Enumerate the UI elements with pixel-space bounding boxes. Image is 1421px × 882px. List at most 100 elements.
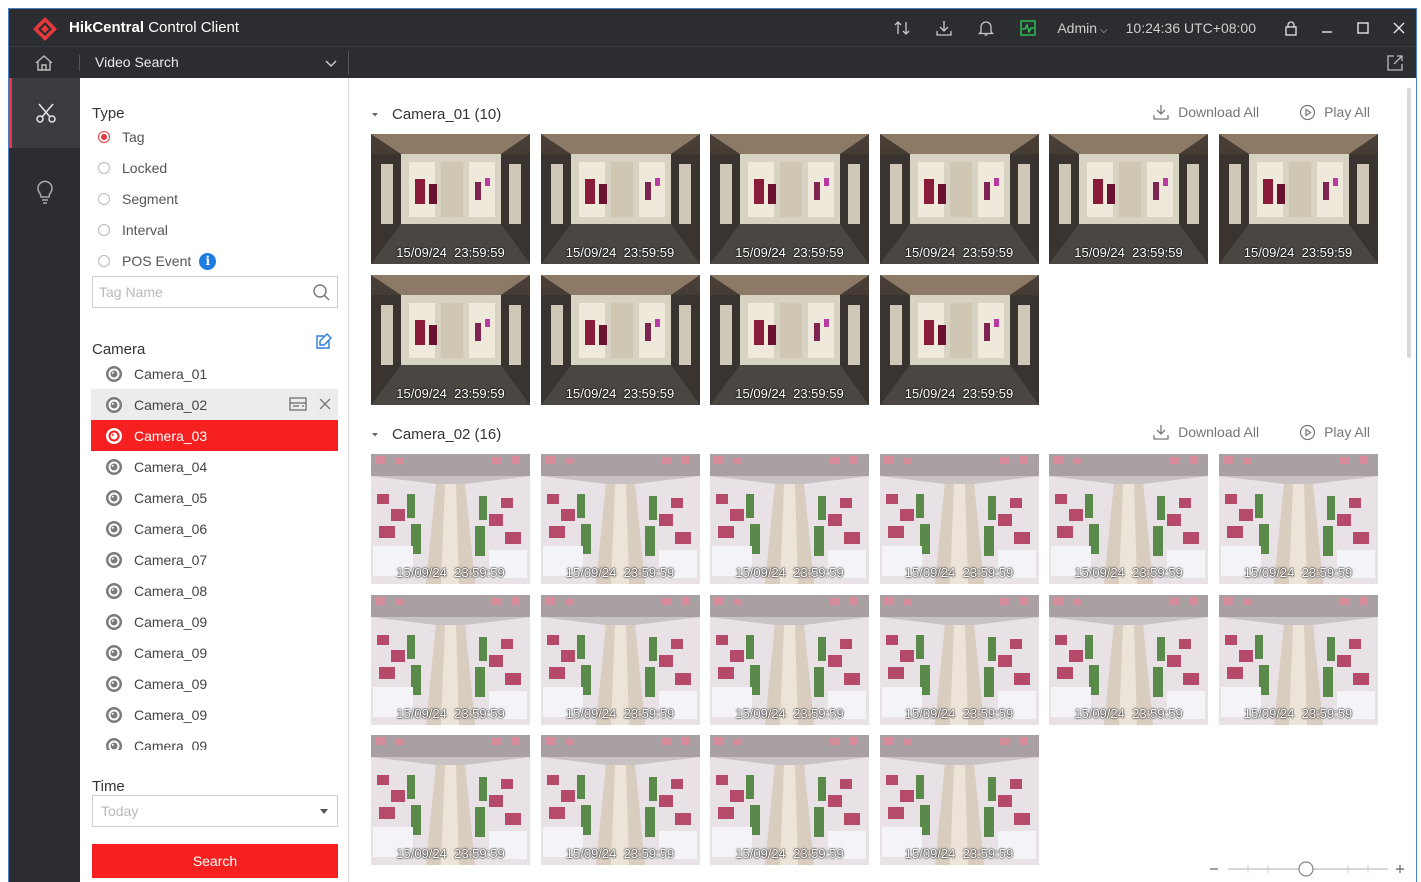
camera-list-item[interactable]: Camera_05 (91, 482, 338, 513)
video-thumbnail[interactable]: 15/09/24 23:59:59 (1049, 134, 1208, 264)
video-thumbnail[interactable]: 15/09/24 23:59:59 (540, 454, 700, 584)
video-thumbnail[interactable]: 15/09/24 23:59:59 (1218, 454, 1378, 584)
scrollbar[interactable] (1407, 88, 1411, 358)
video-thumbnail[interactable]: 15/09/24 23:59:59 (540, 274, 700, 405)
video-thumbnail[interactable]: 15/09/24 23:59:59 (710, 274, 869, 405)
video-thumbnail[interactable]: 15/09/24 23:59:59 (879, 735, 1039, 865)
tag-name-input[interactable] (93, 284, 311, 300)
camera-list-item[interactable]: Camera_09 (91, 730, 338, 750)
video-thumbnail[interactable]: 15/09/24 23:59:59 (879, 454, 1039, 584)
camera-list-item[interactable]: Camera_03 (91, 420, 338, 451)
sort-icon[interactable] (891, 17, 913, 39)
video-thumbnail[interactable]: 15/09/24 23:59:59 (879, 274, 1039, 405)
camera-list-item[interactable]: Camera_09 (91, 637, 338, 668)
camera-icon (106, 520, 122, 537)
video-thumbnail[interactable]: 15/09/24 23:59:59 (371, 594, 530, 725)
lightbulb-icon (36, 180, 53, 204)
camera-icon (106, 458, 122, 475)
popout-icon[interactable] (1386, 54, 1404, 72)
video-thumbnail[interactable]: 15/09/24 23:59:59 (1049, 594, 1208, 725)
thumbnail-timestamp: 15/09/24 23:59:59 (735, 565, 844, 580)
play-all-button[interactable]: Play All (1299, 424, 1370, 441)
lock-icon[interactable] (1280, 17, 1302, 39)
video-thumbnail[interactable]: 15/09/24 23:59:59 (540, 134, 700, 264)
type-option-interval[interactable]: Interval (98, 220, 168, 240)
remove-icon[interactable] (318, 397, 332, 411)
video-thumbnail[interactable]: 15/09/24 23:59:59 (540, 594, 700, 725)
time-select-value: Today (101, 803, 139, 819)
zoom-slider[interactable] (1208, 859, 1408, 879)
radio-button[interactable] (98, 193, 110, 205)
radio-button[interactable] (98, 162, 110, 174)
video-thumbnail[interactable]: 15/09/24 23:59:59 (371, 735, 530, 865)
camera-list-item[interactable]: Camera_06 (91, 513, 338, 544)
video-thumbnail[interactable]: 15/09/24 23:59:59 (371, 134, 530, 264)
video-thumbnail[interactable]: 15/09/24 23:59:59 (710, 134, 869, 264)
result-group-header[interactable]: Camera_01 (10) Download All Play All (370, 103, 1370, 125)
download-all-button[interactable]: Download All (1152, 423, 1259, 441)
tag-name-search[interactable] (92, 276, 338, 308)
close-icon[interactable] (1388, 17, 1410, 39)
search-button[interactable]: Search (92, 844, 338, 878)
health-monitor-icon[interactable] (1017, 17, 1039, 39)
chevron-down-icon[interactable] (323, 55, 339, 71)
radio-button[interactable] (98, 255, 110, 267)
thumbnail-timestamp: 15/09/24 23:59:59 (904, 385, 1014, 401)
camera-list-item[interactable]: Camera_08 (91, 575, 338, 606)
result-group-header[interactable]: Camera_02 (16) Download All Play All (370, 423, 1370, 445)
video-thumbnail[interactable]: 15/09/24 23:59:59 (371, 454, 530, 584)
thumbnail-timestamp: 15/09/24 23:59:59 (735, 385, 844, 401)
play-circle-icon (1299, 104, 1316, 120)
radio-button[interactable] (98, 131, 110, 143)
video-thumbnail[interactable]: 15/09/24 23:59:59 (710, 594, 869, 725)
type-option-tag[interactable]: Tag (98, 127, 145, 147)
camera-list-item[interactable]: Camera_07 (91, 544, 338, 575)
radio-button[interactable] (98, 224, 110, 236)
video-thumbnail[interactable]: 15/09/24 23:59:59 (1049, 454, 1208, 584)
camera-list-item[interactable]: Camera_09 (91, 699, 338, 730)
clip-tool[interactable] (9, 78, 80, 148)
module-title[interactable]: Video Search (95, 54, 179, 70)
video-thumbnail[interactable]: 15/09/24 23:59:59 (710, 454, 869, 584)
camera-list-item[interactable]: Camera_09 (91, 606, 338, 637)
collapse-caret-icon[interactable] (370, 109, 380, 119)
video-thumbnail[interactable]: 15/09/24 23:59:59 (1218, 134, 1378, 264)
type-section-title: Type (92, 105, 125, 122)
home-icon[interactable] (33, 52, 55, 74)
bell-icon[interactable] (975, 17, 997, 39)
module-bar: Video Search (9, 46, 1416, 78)
download-icon[interactable] (933, 17, 955, 39)
video-thumbnail[interactable]: 15/09/24 23:59:59 (879, 134, 1039, 264)
group-title: Camera_02 (16) (392, 425, 502, 443)
type-option-pos-event[interactable]: POS Event i (98, 251, 217, 271)
edit-icon[interactable] (314, 331, 334, 351)
camera-list-item[interactable]: Camera_09 (91, 668, 338, 699)
camera-list-item[interactable]: Camera_02 (91, 389, 338, 420)
download-all-button[interactable]: Download All (1152, 103, 1259, 121)
video-thumbnail[interactable]: 15/09/24 23:59:59 (1218, 594, 1378, 725)
type-option-locked[interactable]: Locked (98, 158, 167, 178)
camera-list-item[interactable]: Camera_04 (91, 451, 338, 482)
nvr-icon[interactable] (288, 395, 308, 413)
video-thumbnail[interactable]: 15/09/24 23:59:59 (371, 274, 530, 405)
collapse-caret-icon[interactable] (370, 429, 380, 439)
app-title: HikCentral Control Client (69, 19, 240, 36)
video-thumbnail[interactable]: 15/09/24 23:59:59 (710, 735, 869, 865)
camera-icon (106, 737, 122, 750)
camera-icon (106, 582, 122, 599)
minimize-icon[interactable] (1316, 17, 1338, 39)
thumbnail-timestamp: 15/09/24 23:59:59 (396, 705, 505, 721)
play-all-button[interactable]: Play All (1299, 104, 1370, 121)
search-icon[interactable] (311, 282, 331, 302)
info-icon[interactable]: i (199, 252, 217, 270)
camera-list-item[interactable]: Camera_01 (91, 358, 338, 389)
time-select[interactable]: Today (92, 795, 338, 827)
video-thumbnail[interactable]: 15/09/24 23:59:59 (540, 735, 700, 865)
type-option-segment[interactable]: Segment (98, 189, 178, 209)
intelligent-tool[interactable] (9, 156, 80, 226)
camera-list[interactable]: Camera_01 Camera_02 Camera_03 Camera_04 Came… (91, 358, 338, 750)
user-menu[interactable]: Admin ⌵ (1057, 20, 1107, 36)
video-thumbnail[interactable]: 15/09/24 23:59:59 (879, 594, 1039, 725)
camera-icon (106, 551, 122, 568)
maximize-icon[interactable] (1352, 17, 1374, 39)
